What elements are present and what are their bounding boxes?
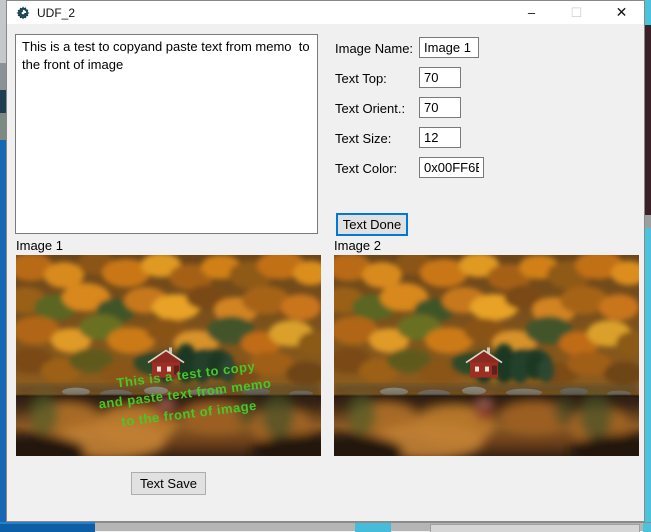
app-window: UDF_2 – ☐ ✕ This is a test to copyand pa… bbox=[6, 0, 645, 522]
background-bottom-strip bbox=[0, 522, 651, 531]
text-orient-input[interactable] bbox=[419, 97, 461, 118]
close-button[interactable]: ✕ bbox=[599, 1, 644, 24]
background-segment bbox=[645, 25, 651, 215]
image-name-input[interactable] bbox=[419, 37, 479, 58]
image1-picture: This is a test to copy and paste text fr… bbox=[16, 255, 321, 456]
text-save-button[interactable]: Text Save bbox=[131, 472, 206, 495]
gear-icon bbox=[15, 5, 31, 21]
autumn-lake-photo bbox=[334, 255, 639, 456]
image2-caption: Image 2 bbox=[334, 238, 381, 253]
text-color-input[interactable] bbox=[419, 157, 484, 178]
text-size-input[interactable] bbox=[419, 127, 461, 148]
autumn-lake-photo bbox=[16, 255, 321, 456]
maximize-button: ☐ bbox=[554, 1, 599, 24]
text-color-label: Text Color: bbox=[335, 161, 397, 176]
image1-caption: Image 1 bbox=[16, 238, 63, 253]
minimize-button[interactable]: – bbox=[509, 1, 554, 24]
memo-textbox[interactable]: This is a test to copyand paste text fro… bbox=[15, 34, 318, 234]
image-name-label: Image Name: bbox=[335, 41, 413, 56]
screenshot-stage: UDF_2 – ☐ ✕ This is a test to copyand pa… bbox=[0, 0, 651, 531]
text-top-input[interactable] bbox=[419, 67, 461, 88]
window-title: UDF_2 bbox=[37, 6, 75, 20]
background-segment bbox=[645, 215, 651, 228]
text-top-label: Text Top: bbox=[335, 71, 387, 86]
title-bar[interactable]: UDF_2 – ☐ ✕ bbox=[7, 1, 644, 24]
text-size-label: Text Size: bbox=[335, 131, 391, 146]
background-right-sliver bbox=[645, 0, 651, 522]
image2-picture bbox=[334, 255, 639, 456]
text-done-button[interactable]: Text Done bbox=[336, 213, 408, 236]
text-orient-label: Text Orient.: bbox=[335, 101, 405, 116]
